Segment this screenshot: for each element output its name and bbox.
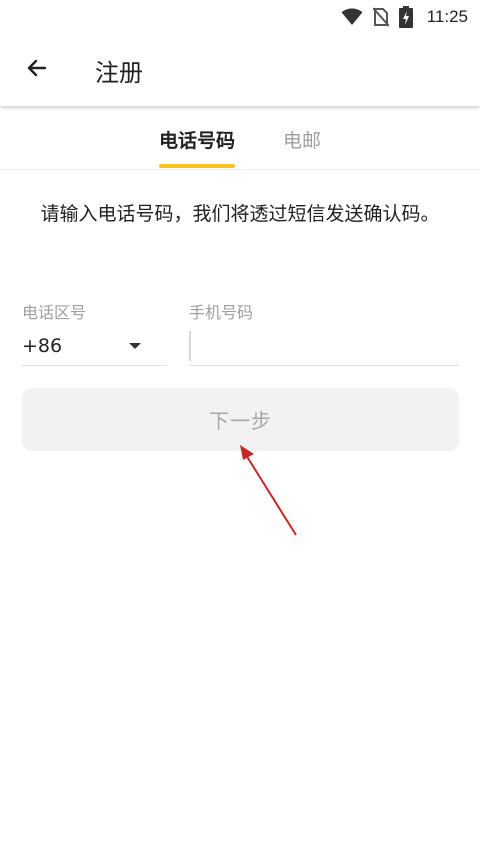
phone-number-input[interactable] xyxy=(191,327,451,364)
instruction-text: 请输入电话号码，我们将透过短信发送确认码。 xyxy=(40,203,440,225)
annotation-arrow-icon xyxy=(240,445,297,536)
dropdown-arrow-icon xyxy=(129,342,141,349)
status-bar: 11:25 xyxy=(0,0,480,34)
status-time: 11:25 xyxy=(426,7,468,26)
region-code-select[interactable]: +86 xyxy=(22,326,167,366)
phone-number-label: 手机号码 xyxy=(189,303,254,322)
wifi-icon xyxy=(341,8,363,26)
back-button[interactable] xyxy=(13,46,61,94)
region-code-label: 电话区号 xyxy=(22,303,87,322)
tab-email-label: 电邮 xyxy=(283,129,322,152)
tab-active-indicator xyxy=(158,164,235,168)
app-bar: 注册 xyxy=(0,34,480,106)
arrow-left-icon xyxy=(25,56,49,84)
battery-charging-icon xyxy=(398,6,413,28)
tab-bar: 电话号码 电邮 xyxy=(0,108,480,170)
region-code-value: +86 xyxy=(22,334,63,357)
tab-phone-label: 电话号码 xyxy=(158,129,235,152)
tab-phone[interactable]: 电话号码 xyxy=(155,108,239,170)
phone-input-container xyxy=(189,326,459,366)
no-sim-icon xyxy=(372,7,389,27)
tab-email[interactable]: 电邮 xyxy=(279,108,325,170)
page-title: 注册 xyxy=(95,58,143,87)
